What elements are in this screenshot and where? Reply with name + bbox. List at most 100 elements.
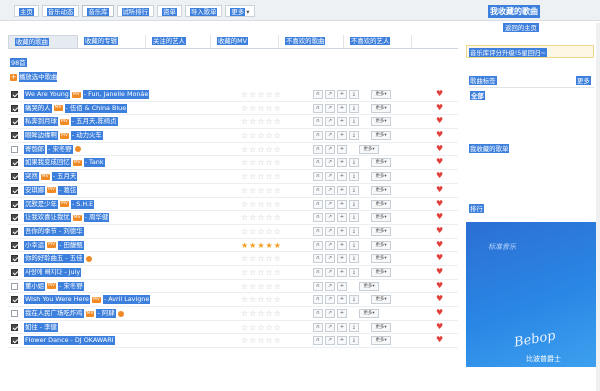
star-icon[interactable]: ☆ bbox=[241, 254, 248, 263]
song-title[interactable]: 我在人民广场吃炸鸡 bbox=[24, 309, 84, 318]
download-icon[interactable]: ⤓ bbox=[349, 226, 359, 236]
more-dropdown[interactable]: 更多▾ bbox=[371, 213, 391, 223]
add-icon[interactable]: + bbox=[337, 240, 347, 250]
star-icon[interactable]: ☆ bbox=[266, 186, 273, 195]
nav-tab-0[interactable]: 主页 bbox=[14, 5, 39, 17]
star-rating[interactable]: ☆ ☆ ☆ ☆ ☆ bbox=[241, 158, 281, 167]
star-icon[interactable]: ☆ bbox=[249, 213, 256, 222]
song-title[interactable]: Wish You Were Here bbox=[24, 295, 90, 305]
song-title[interactable]: 沉默是少年 bbox=[24, 199, 58, 209]
more-dropdown[interactable]: 更多▾ bbox=[371, 131, 391, 141]
star-icon[interactable]: ☆ bbox=[274, 117, 281, 126]
song-artist[interactable]: - 五月天,陈绮贞 bbox=[70, 117, 118, 127]
song-title[interactable]: 私奔到月球 bbox=[24, 117, 58, 127]
row-checkbox[interactable] bbox=[11, 268, 18, 276]
star-icon[interactable]: ☆ bbox=[249, 131, 256, 140]
row-checkbox[interactable] bbox=[11, 337, 18, 345]
heart-icon[interactable]: ♥ bbox=[436, 185, 443, 195]
star-rating[interactable]: ☆ ☆ ☆ ☆ ☆ bbox=[241, 227, 281, 236]
song-title[interactable]: 如果我变成回忆 bbox=[24, 158, 71, 168]
share-icon[interactable]: ↗ bbox=[325, 103, 335, 113]
headphones-icon[interactable]: ∩ bbox=[313, 226, 323, 236]
download-icon[interactable]: ⤓ bbox=[349, 199, 359, 209]
more-dropdown[interactable]: 更多▾ bbox=[371, 199, 391, 209]
star-icon[interactable]: ☆ bbox=[274, 295, 281, 304]
song-title[interactable]: 痛哭的人 bbox=[24, 103, 52, 113]
mv-badge[interactable]: MV bbox=[40, 173, 50, 180]
star-icon[interactable]: ☆ bbox=[257, 323, 264, 332]
nav-tab-1[interactable]: 音乐动态 bbox=[41, 5, 80, 17]
star-icon[interactable]: ☆ bbox=[266, 295, 273, 304]
download-icon[interactable]: ⤓ bbox=[349, 240, 359, 250]
song-title[interactable]: 让我欢喜让我忧 bbox=[24, 213, 71, 223]
star-icon[interactable]: ☆ bbox=[266, 90, 273, 99]
headphones-icon[interactable]: ∩ bbox=[313, 254, 323, 264]
share-icon[interactable]: ↗ bbox=[325, 185, 335, 195]
song-artist[interactable]: - 葛弦 bbox=[58, 185, 78, 195]
star-icon[interactable]: ☆ bbox=[241, 90, 248, 99]
more-dropdown[interactable]: 更多▾ bbox=[371, 117, 391, 127]
star-icon[interactable]: ☆ bbox=[257, 295, 264, 304]
share-icon[interactable]: ↗ bbox=[325, 131, 335, 141]
star-rating[interactable]: ☆ ☆ ☆ ☆ ☆ bbox=[241, 200, 281, 209]
star-icon[interactable]: ☆ bbox=[249, 172, 256, 181]
headphones-icon[interactable]: ∩ bbox=[313, 172, 323, 182]
download-icon[interactable]: ⤓ bbox=[349, 158, 359, 168]
star-icon[interactable]: ☆ bbox=[249, 200, 256, 209]
song-artist[interactable]: - Tank bbox=[83, 158, 105, 168]
star-icon[interactable]: ☆ bbox=[241, 282, 248, 291]
song-title[interactable]: 사랑에 빠지다 - July bbox=[24, 267, 82, 277]
heart-icon[interactable]: ♥ bbox=[436, 335, 443, 345]
row-checkbox[interactable] bbox=[11, 227, 18, 235]
share-icon[interactable]: ↗ bbox=[325, 158, 335, 168]
star-icon[interactable]: ☆ bbox=[274, 254, 281, 263]
nav-tab-3[interactable]: 试听排行 bbox=[116, 5, 155, 17]
star-rating[interactable]: ☆ ☆ ☆ ☆ ☆ bbox=[241, 309, 281, 318]
song-title[interactable]: 突然 bbox=[24, 172, 39, 182]
nav-tab-6[interactable]: 更多 ▾ bbox=[225, 5, 256, 17]
content-tab-2[interactable]: 关注的艺人 bbox=[146, 35, 211, 48]
add-icon[interactable]: + bbox=[337, 213, 347, 223]
share-icon[interactable]: ↗ bbox=[325, 144, 335, 154]
song-title[interactable]: Flower Dance - DJ OKAWARI bbox=[24, 336, 115, 346]
more-dropdown[interactable]: 更多▾ bbox=[359, 144, 379, 154]
star-rating[interactable]: ☆ ☆ ☆ ☆ ☆ bbox=[241, 213, 281, 222]
heart-icon[interactable]: ♥ bbox=[436, 212, 443, 222]
song-artist[interactable]: - 五月天 bbox=[51, 172, 78, 182]
more-dropdown[interactable]: 更多▾ bbox=[359, 309, 379, 318]
heart-icon[interactable]: ♥ bbox=[436, 103, 443, 113]
download-icon[interactable]: ⤓ bbox=[349, 117, 359, 127]
star-icon[interactable]: ☆ bbox=[241, 186, 248, 195]
row-checkbox[interactable] bbox=[11, 310, 18, 317]
heart-icon[interactable]: ♥ bbox=[436, 281, 443, 291]
heart-icon[interactable]: ♥ bbox=[436, 240, 443, 250]
star-icon[interactable]: ☆ bbox=[241, 200, 248, 209]
more-dropdown[interactable]: 更多▾ bbox=[371, 90, 391, 99]
download-icon[interactable]: ⤓ bbox=[349, 103, 359, 113]
star-rating[interactable]: ☆ ☆ ☆ ☆ ☆ bbox=[241, 145, 281, 154]
more-dropdown[interactable]: 更多▾ bbox=[359, 281, 379, 291]
star-icon[interactable]: ☆ bbox=[249, 268, 256, 277]
song-title[interactable]: We Are Young bbox=[24, 90, 70, 99]
nav-tab-4[interactable]: 资单 bbox=[157, 5, 182, 17]
star-icon[interactable]: ☆ bbox=[241, 323, 248, 332]
heart-icon[interactable]: ♥ bbox=[436, 199, 443, 209]
star-icon[interactable]: ☆ bbox=[274, 158, 281, 167]
star-icon[interactable]: ☆ bbox=[266, 104, 273, 113]
row-checkbox[interactable] bbox=[11, 173, 18, 181]
headphones-icon[interactable]: ∩ bbox=[313, 213, 323, 223]
row-checkbox[interactable] bbox=[11, 200, 18, 208]
heart-icon[interactable]: ♥ bbox=[436, 322, 443, 332]
download-icon[interactable]: ⤓ bbox=[349, 295, 359, 305]
nav-tab-5[interactable]: 导入歌单 bbox=[184, 5, 223, 17]
headphones-icon[interactable]: ∩ bbox=[313, 103, 323, 113]
star-icon[interactable]: ☆ bbox=[266, 227, 273, 236]
star-icon[interactable]: ☆ bbox=[257, 172, 264, 181]
star-icon[interactable]: ☆ bbox=[249, 158, 256, 167]
star-icon[interactable]: ☆ bbox=[249, 90, 256, 99]
row-checkbox[interactable] bbox=[11, 296, 18, 304]
share-icon[interactable]: ↗ bbox=[325, 172, 335, 182]
star-icon[interactable]: ☆ bbox=[274, 309, 281, 318]
add-icon[interactable]: + bbox=[337, 336, 347, 346]
star-icon[interactable]: ☆ bbox=[266, 323, 273, 332]
